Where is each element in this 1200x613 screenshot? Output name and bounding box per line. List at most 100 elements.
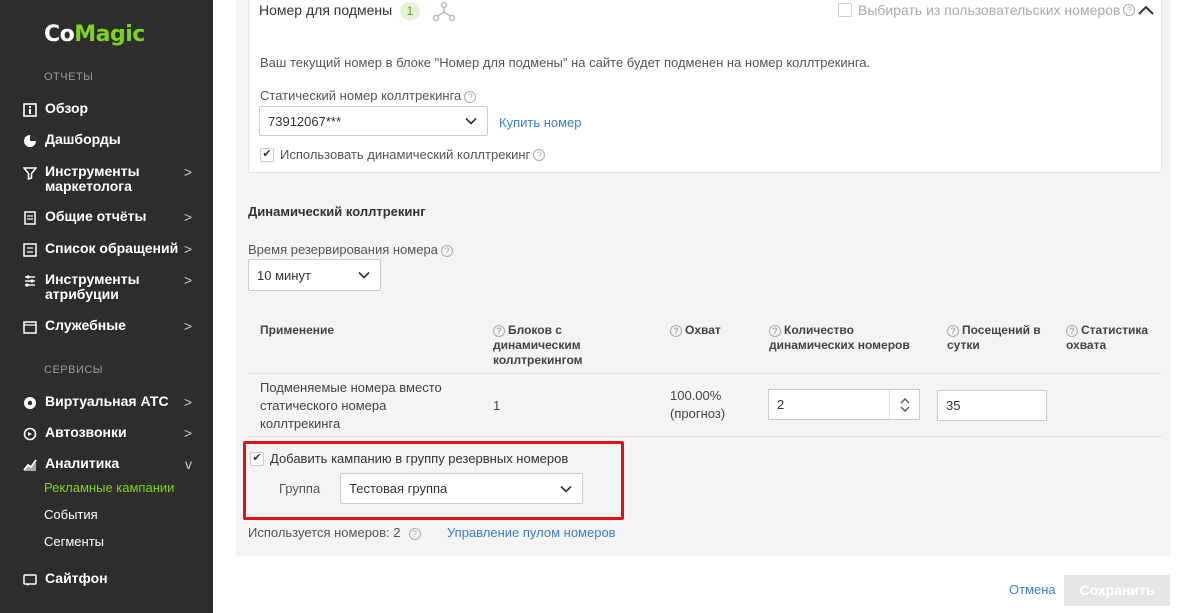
- checkbox-box[interactable]: [250, 451, 264, 466]
- help-icon[interactable]: ?: [1123, 4, 1136, 16]
- section-title-reports: ОТЧЕТЫ: [44, 71, 94, 83]
- stepper-value: 2: [777, 397, 785, 412]
- reserve-time-label-text: Время резервирования номера: [248, 242, 438, 257]
- nav-item-service[interactable]: Служебные >: [22, 318, 202, 335]
- table-divider: [248, 436, 1162, 437]
- col-header-application: Применение: [260, 323, 335, 337]
- chevron-up-icon: [900, 397, 909, 403]
- visits-input[interactable]: 35: [937, 390, 1047, 421]
- col-header-coverage-text: Охват: [685, 323, 721, 337]
- help-icon[interactable]: ?: [533, 148, 546, 161]
- nav-item-attribution-tools[interactable]: Инструменты атрибуции >: [22, 272, 202, 302]
- nav-item-sitephone[interactable]: Сайтфон: [22, 571, 202, 588]
- nav-item-analytics[interactable]: Аналитика v: [22, 456, 202, 473]
- cell-coverage: 100.00% (прогноз): [670, 388, 726, 421]
- info-box-icon: [22, 102, 38, 118]
- dynamic-calltracking-checkbox[interactable]: Использовать динамический коллтрекинг ?: [260, 147, 546, 162]
- chevron-right-icon: >: [183, 241, 192, 257]
- nav-item-autocalls[interactable]: Автозвонки >: [22, 425, 202, 442]
- chevron-down-icon: [900, 406, 909, 412]
- nav-item-marketing-tools[interactable]: Инструменты маркетолога >: [22, 164, 202, 194]
- help-icon[interactable]: ?: [670, 324, 682, 337]
- manage-pool-link[interactable]: Управление пулом номеров: [447, 525, 616, 540]
- chevron-right-icon: >: [183, 394, 192, 410]
- section-title-services: СЕРВИСЫ: [44, 364, 104, 376]
- checkbox-box[interactable]: [838, 3, 852, 17]
- logo-part-2: Magic: [74, 22, 145, 47]
- chevron-right-icon: >: [183, 164, 192, 180]
- nav-label: Обзор: [45, 100, 89, 116]
- collapse-chevron-icon[interactable]: [1137, 4, 1155, 19]
- reserve-time-label: Время резервирования номера?: [248, 242, 453, 257]
- stepper-buttons[interactable]: [889, 390, 919, 419]
- nav-item-requests-list[interactable]: Список обращений >: [22, 241, 202, 258]
- reserve-time-select[interactable]: 10 минут: [248, 259, 381, 291]
- nav-label: Инструменты атрибуции: [45, 271, 140, 302]
- chevron-right-icon: >: [183, 209, 192, 225]
- help-icon[interactable]: ?: [769, 324, 781, 337]
- help-icon[interactable]: ?: [440, 244, 453, 257]
- nav-item-overview[interactable]: Обзор: [22, 101, 202, 118]
- user-numbers-checkbox[interactable]: Выбирать из пользовательских номеров ?: [838, 2, 1136, 18]
- sub-item-ad-campaigns[interactable]: Рекламные кампании: [44, 480, 174, 495]
- chevron-right-icon: >: [183, 425, 192, 441]
- nav-label: Сайтфон: [45, 570, 108, 586]
- group-select[interactable]: Тестовая группа: [340, 473, 583, 504]
- chevron-right-icon: >: [183, 272, 192, 288]
- help-icon[interactable]: ?: [464, 90, 477, 103]
- help-icon[interactable]: ?: [947, 324, 959, 337]
- reserve-group-checkbox[interactable]: Добавить кампанию в группу резервных ном…: [250, 451, 568, 466]
- table-divider: [248, 373, 1162, 374]
- buy-number-link[interactable]: Купить номер: [499, 115, 582, 130]
- list-icon: [22, 242, 38, 258]
- help-icon[interactable]: ?: [408, 527, 421, 540]
- logo-part-1: Co: [44, 22, 75, 47]
- sub-item-events[interactable]: События: [44, 507, 98, 522]
- col-header-blocks-text: Блоков с динамическим коллтрекингом: [493, 323, 583, 367]
- group-label: Группа: [279, 481, 321, 496]
- reserve-time-value: 10 минут: [257, 267, 311, 283]
- col-header-stats: ? Статистика охвата: [1066, 323, 1156, 353]
- save-button[interactable]: Сохранить: [1064, 575, 1170, 606]
- col-header-count-text: Количество динамических номеров: [769, 323, 910, 352]
- nav-item-virtual-pbx[interactable]: Виртуальная АТС >: [22, 394, 202, 411]
- dynamic-calltracking-label: Использовать динамический коллтрекинг: [280, 147, 531, 162]
- calendar-icon: [22, 319, 38, 335]
- phone-network-icon: [22, 395, 38, 411]
- nav-label: Виртуальная АТС: [45, 393, 169, 409]
- checkbox-box[interactable]: [260, 147, 274, 162]
- chevron-down-icon: [560, 481, 572, 496]
- nav-label: Общие отчёты: [45, 208, 147, 224]
- nav-label: Автозвонки: [45, 424, 127, 440]
- col-header-visits: ? Посещений в сутки: [947, 323, 1047, 353]
- sliders-icon: [22, 273, 38, 289]
- col-header-stats-text: Статистика охвата: [1066, 323, 1149, 352]
- help-icon[interactable]: ?: [1066, 324, 1078, 337]
- static-number-select[interactable]: 73912067***: [259, 106, 488, 136]
- reserve-group-label: Добавить кампанию в группу резервных ном…: [270, 451, 569, 466]
- dynamic-numbers-stepper[interactable]: 2: [768, 389, 920, 420]
- used-numbers-label: Используется номеров: 2: [248, 525, 401, 540]
- chevron-right-icon: >: [183, 318, 192, 334]
- logo[interactable]: CoMagic: [44, 22, 145, 47]
- info-text: Ваш текущий номер в блоке "Номер для под…: [260, 55, 871, 70]
- auto-call-icon: [22, 426, 38, 442]
- sub-item-segments[interactable]: Сегменты: [44, 534, 104, 549]
- nav-label: Дашборды: [45, 131, 121, 147]
- user-numbers-label: Выбирать из пользовательских номеров: [858, 2, 1121, 18]
- pie-chart-icon: [22, 133, 38, 149]
- chevron-down-icon: v: [185, 456, 192, 472]
- static-number-label-text: Статический номер коллтрекинга: [260, 88, 462, 103]
- nav-label: Список обращений: [45, 240, 179, 256]
- nav-label: Служебные: [45, 317, 126, 333]
- help-icon[interactable]: ?: [493, 324, 505, 337]
- used-numbers-text: Используется номеров: 2?: [248, 525, 421, 540]
- nav-item-dashboards[interactable]: Дашборды: [22, 132, 202, 149]
- count-badge: 1: [400, 2, 420, 20]
- col-header-visits-text: Посещений в сутки: [947, 323, 1041, 352]
- sidebar: CoMagic ОТЧЕТЫ Обзор Дашборды Инструмент…: [0, 0, 213, 613]
- analytics-icon: [22, 457, 38, 473]
- cancel-button[interactable]: Отмена: [1009, 582, 1056, 597]
- branch-icon: [432, 0, 456, 25]
- nav-item-general-reports[interactable]: Общие отчёты >: [22, 209, 202, 226]
